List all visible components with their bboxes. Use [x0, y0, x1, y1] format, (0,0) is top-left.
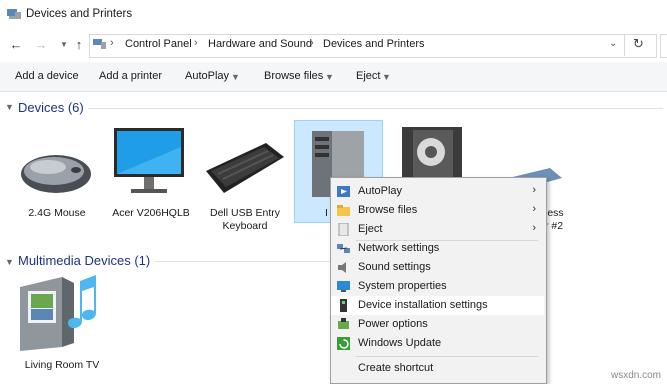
breadcrumb-separator-icon: › — [110, 37, 114, 49]
window-title: Devices and Printers — [26, 8, 133, 20]
devices-group-divider — [88, 108, 663, 109]
up-arrow-icon[interactable]: ↑ — [70, 36, 88, 54]
menu-item-system-properties-label: System properties — [358, 280, 447, 292]
device-label-wireless: less r #2 — [545, 207, 575, 233]
add-device-button[interactable]: Add a device — [15, 70, 79, 82]
system-monitor-icon — [337, 281, 350, 292]
device-label-wireless-line2: r #2 — [545, 220, 564, 232]
menu-item-device-installation-settings-label: Device installation settings — [358, 299, 488, 311]
breadcrumb-separator-icon: › — [310, 37, 314, 49]
menu-item-browse-files[interactable]: Browse files › — [331, 201, 544, 220]
devices-group-title[interactable]: Devices (6) — [18, 100, 84, 115]
menu-item-power-options[interactable]: Power options — [331, 315, 544, 334]
menu-separator — [356, 356, 538, 357]
menu-item-system-properties[interactable]: System properties — [331, 277, 544, 296]
device-label-wireless-line1: less — [545, 207, 564, 219]
watermark: wsxdn.com — [610, 370, 661, 381]
speaker-device-icon[interactable] — [401, 126, 463, 178]
eject-drive-icon — [338, 223, 349, 236]
search-box[interactable] — [660, 34, 667, 58]
menu-item-eject[interactable]: Eject › — [331, 220, 544, 239]
mouse-device-icon[interactable] — [18, 148, 94, 196]
breadcrumb-hardware-and-sound[interactable]: Hardware and Sound — [208, 38, 312, 50]
menu-item-network-settings[interactable]: Network settings — [331, 239, 544, 258]
address-history-chevron-icon[interactable]: ⌄ — [609, 38, 617, 49]
menu-item-autoplay-label: AutoPlay — [358, 185, 403, 197]
menu-item-windows-update-label: Windows Update — [358, 337, 442, 349]
menu-item-windows-update[interactable]: Windows Update — [331, 334, 544, 353]
device-label-keyboard-line2: Keyboard — [222, 220, 268, 232]
menu-item-network-settings-label: Network settings — [358, 242, 440, 254]
multimedia-group-divider — [155, 261, 330, 262]
submenu-arrow-icon: › — [532, 222, 536, 234]
multimedia-group-title[interactable]: Multimedia Devices (1) — [18, 253, 150, 268]
eject-dropdown-icon[interactable]: ▼ — [382, 72, 391, 82]
media-device-icon[interactable] — [16, 273, 104, 353]
speaker-sound-icon — [338, 262, 346, 273]
menu-item-device-installation-settings[interactable]: Device installation settings — [331, 296, 544, 315]
autoplay-dropdown-icon[interactable]: ▼ — [231, 72, 240, 82]
device-label-keyboard: Dell USB Entry Keyboard — [200, 207, 290, 233]
menu-item-browse-files-label: Browse files — [358, 204, 418, 216]
device-label-keyboard-line1: Dell USB Entry — [209, 207, 281, 219]
browse-files-button[interactable]: Browse files — [264, 70, 323, 82]
refresh-icon[interactable]: ↻ — [633, 36, 644, 52]
menu-item-eject-label: Eject — [358, 223, 383, 235]
power-icon — [338, 318, 349, 329]
collapse-multimedia-chevron-icon[interactable]: ▼ — [5, 257, 14, 267]
windows-update-icon — [337, 337, 350, 350]
autoplay-button[interactable]: AutoPlay — [185, 70, 229, 82]
device-label-monitor: Acer V206HQLB — [112, 207, 190, 219]
device-label-living-room-tv: Living Room TV — [24, 359, 100, 371]
collapse-devices-chevron-icon[interactable]: ▼ — [5, 102, 14, 112]
submenu-arrow-icon: › — [532, 184, 536, 196]
back-arrow-icon[interactable]: ← — [7, 36, 25, 54]
menu-item-create-shortcut-label: Create shortcut — [358, 362, 434, 374]
devices-printers-icon — [7, 9, 21, 19]
submenu-arrow-icon: › — [532, 203, 536, 215]
device-label-mouse: 2.4G Mouse — [28, 207, 86, 219]
breadcrumb-devices-and-printers[interactable]: Devices and Printers — [323, 38, 425, 50]
menu-item-create-shortcut[interactable]: Create shortcut — [331, 359, 544, 378]
menu-item-sound-settings[interactable]: Sound settings — [331, 258, 544, 277]
breadcrumb-separator-icon: › — [194, 37, 198, 49]
add-printer-button[interactable]: Add a printer — [99, 70, 162, 82]
keyboard-device-icon[interactable] — [204, 141, 286, 197]
autoplay-icon — [337, 186, 350, 197]
menu-item-sound-settings-label: Sound settings — [358, 261, 431, 273]
browse-files-dropdown-icon[interactable]: ▼ — [325, 72, 334, 82]
control-panel-location-icon — [93, 39, 106, 49]
folder-icon — [337, 205, 350, 216]
network-icon — [337, 244, 350, 253]
menu-item-power-options-label: Power options — [358, 318, 428, 330]
device-installation-icon — [340, 299, 347, 312]
title-bar: Devices and Printers — [0, 0, 667, 30]
monitor-device-icon[interactable] — [113, 127, 185, 197]
breadcrumb-control-panel[interactable]: Control Panel — [125, 38, 192, 50]
forward-arrow-icon[interactable]: → — [32, 36, 50, 54]
menu-item-autoplay[interactable]: AutoPlay › — [331, 182, 544, 201]
eject-button[interactable]: Eject — [356, 70, 380, 82]
address-divider — [624, 34, 625, 56]
